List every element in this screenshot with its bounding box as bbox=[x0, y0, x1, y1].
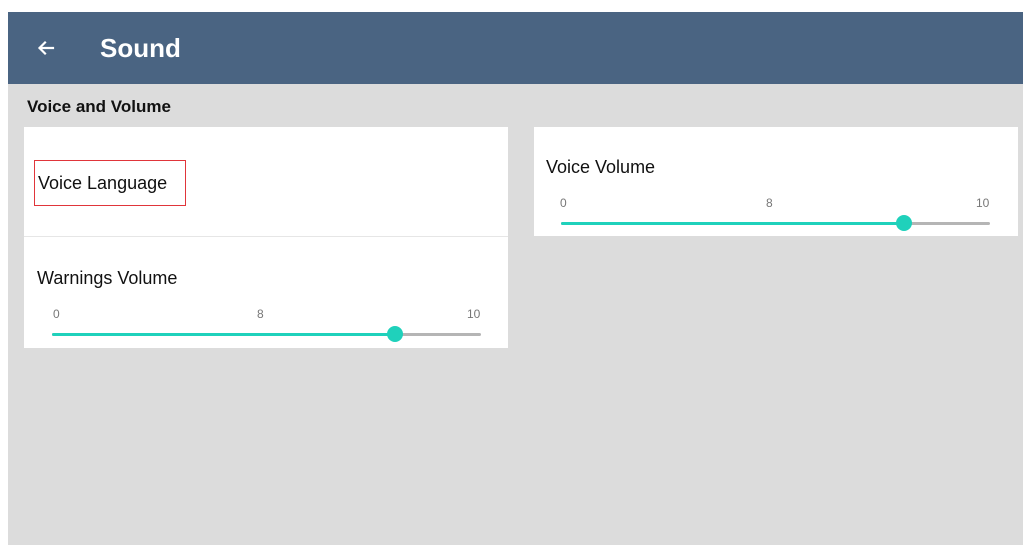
warnings-volume-slider[interactable] bbox=[52, 326, 481, 342]
warnings-volume-label: Warnings Volume bbox=[37, 268, 178, 288]
warnings-volume-item: Warnings Volume 0 8 10 bbox=[24, 237, 508, 348]
voice-volume-fill bbox=[561, 222, 905, 225]
voice-volume-max: 10 bbox=[976, 196, 990, 210]
warnings-volume-max: 10 bbox=[467, 307, 481, 321]
voice-volume-item: Voice Volume 0 8 10 bbox=[534, 127, 1018, 236]
section-title: Voice and Volume bbox=[27, 97, 171, 116]
voice-language-button[interactable]: Voice Language bbox=[34, 160, 186, 206]
warnings-volume-fill bbox=[52, 333, 396, 336]
app-bar: Sound bbox=[8, 12, 1023, 84]
sound-screen: Sound Voice and Volume Voice Language Wa… bbox=[8, 12, 1023, 545]
voice-language-item: Voice Language bbox=[24, 127, 508, 237]
back-button[interactable] bbox=[30, 32, 62, 64]
page-title: Sound bbox=[100, 33, 181, 63]
voice-volume-thumb[interactable] bbox=[896, 215, 913, 231]
voice-volume-label: Voice Volume bbox=[546, 157, 656, 177]
warnings-volume-thumb[interactable] bbox=[387, 326, 404, 342]
arrow-left-icon bbox=[37, 40, 55, 56]
warnings-volume-current: 8 bbox=[257, 307, 264, 321]
voice-volume-min: 0 bbox=[560, 196, 567, 210]
voice-volume-current: 8 bbox=[766, 196, 773, 210]
voice-language-label: Voice Language bbox=[38, 172, 168, 193]
voice-volume-slider[interactable] bbox=[561, 215, 990, 231]
warnings-volume-min: 0 bbox=[53, 307, 60, 321]
